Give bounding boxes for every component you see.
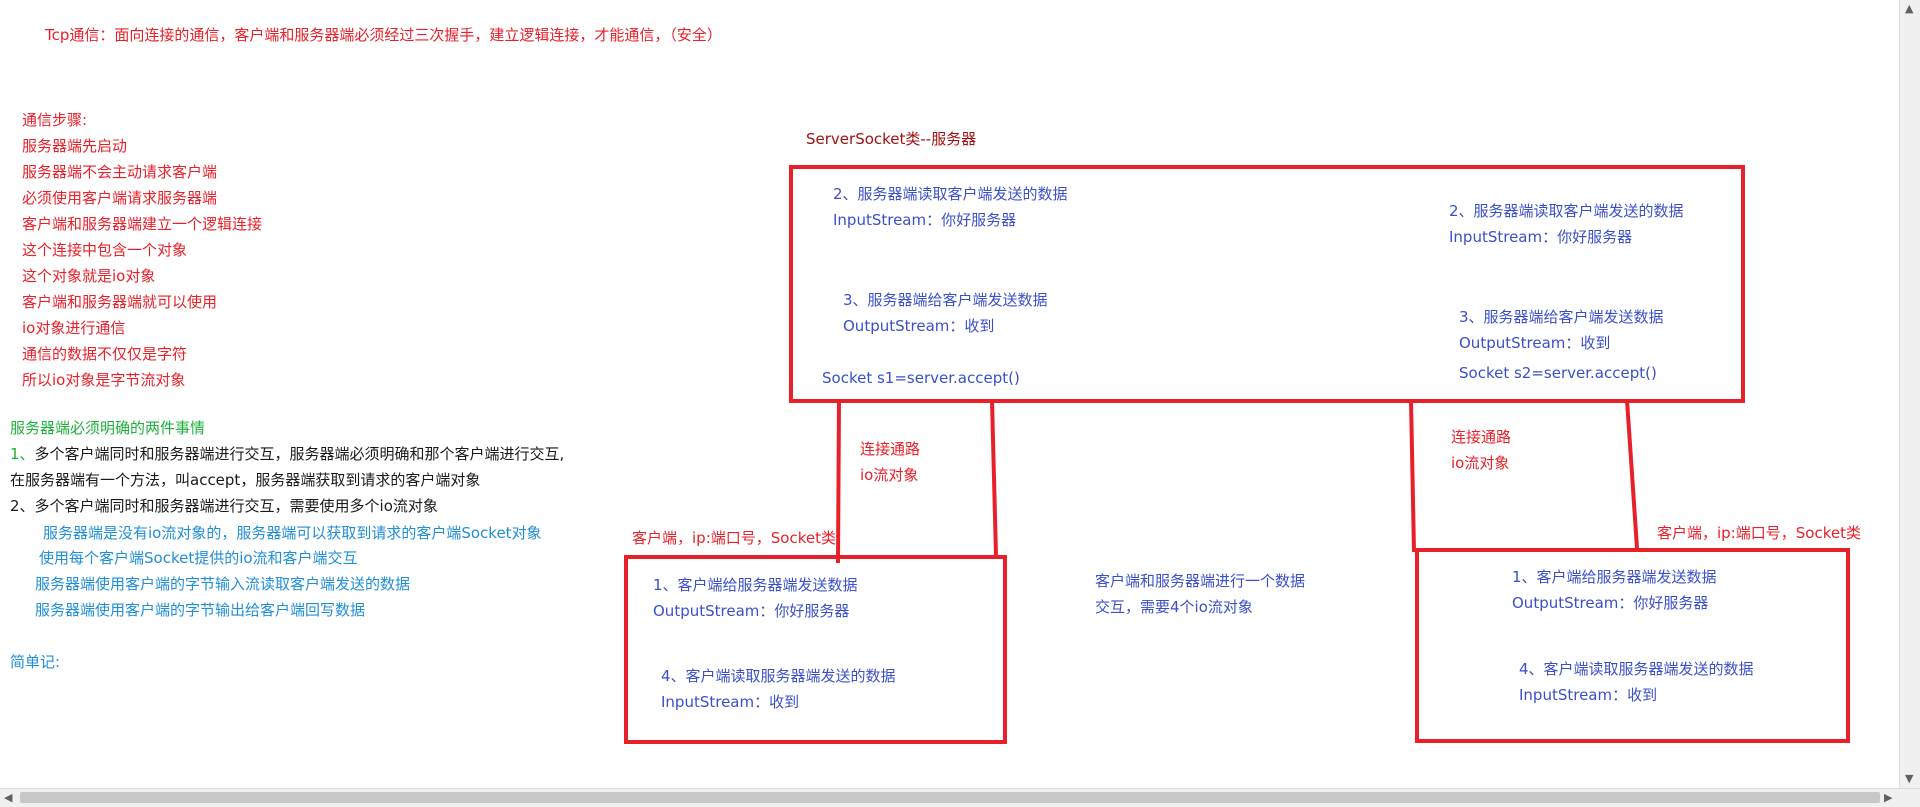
server-left-send-stream: OutputStream：收到 xyxy=(843,317,995,335)
server-left-read-stream: InputStream：你好服务器 xyxy=(833,211,1017,229)
left-client-read-title: 4、客户端读取服务器端发送的数据 xyxy=(661,667,896,685)
left-client-read-stream: InputStream：收到 xyxy=(661,693,800,711)
server-right-send-stream: OutputStream：收到 xyxy=(1459,334,1611,352)
connection-line xyxy=(836,399,841,564)
server-right-read-title: 2、服务器端读取客户端发送的数据 xyxy=(1449,202,1684,220)
connection-line xyxy=(990,399,998,557)
server-left-read-title: 2、服务器端读取客户端发送的数据 xyxy=(833,185,1068,203)
right-client-read-title: 4、客户端读取服务器端发送的数据 xyxy=(1519,660,1754,678)
left-client-label: 客户端，ip:端口号，Socket类 xyxy=(632,529,836,547)
server-label: ServerSocket类--服务器 xyxy=(806,130,977,148)
scroll-left-icon[interactable]: ◀ xyxy=(4,789,12,807)
middle-note-line-2: 交互，需要4个io流对象 xyxy=(1095,598,1253,616)
middle-note-line-1: 客户端和服务器端进行一个数据 xyxy=(1095,572,1306,590)
server-left-send-title: 3、服务器端给客户端发送数据 xyxy=(843,291,1048,309)
server-right-read-stream: InputStream：你好服务器 xyxy=(1449,228,1633,246)
scroll-right-icon[interactable]: ▶ xyxy=(1884,789,1892,807)
right-connection-label-2: io流对象 xyxy=(1451,454,1510,472)
connection-line xyxy=(1625,399,1639,549)
horizontal-scroll-thumb[interactable] xyxy=(20,792,1880,803)
left-client-send-title: 1、客户端给服务器端发送数据 xyxy=(653,576,858,594)
left-connection-label-2: io流对象 xyxy=(860,466,919,484)
server-right-socket: Socket s2=server.accept() xyxy=(1459,364,1657,382)
vertical-scrollbar[interactable]: ▲ ▼ xyxy=(1899,0,1920,789)
horizontal-scrollbar[interactable]: ◀ ▶ xyxy=(0,788,1920,807)
scroll-down-icon[interactable]: ▼ xyxy=(1905,770,1913,788)
right-client-read-stream: InputStream：收到 xyxy=(1519,686,1658,704)
scroll-up-icon[interactable]: ▲ xyxy=(1905,0,1913,18)
right-client-label: 客户端，ip:端口号，Socket类 xyxy=(1657,524,1861,542)
server-right-send-title: 3、服务器端给客户端发送数据 xyxy=(1459,308,1664,326)
right-client-send-title: 1、客户端给服务器端发送数据 xyxy=(1512,568,1717,586)
left-client-send-stream: OutputStream：你好服务器 xyxy=(653,602,850,620)
connection-line xyxy=(1409,399,1416,553)
server-left-socket: Socket s1=server.accept() xyxy=(822,369,1020,387)
right-client-send-stream: OutputStream：你好服务器 xyxy=(1512,594,1709,612)
left-connection-label-1: 连接通路 xyxy=(860,440,921,458)
right-connection-label-1: 连接通路 xyxy=(1451,428,1512,446)
